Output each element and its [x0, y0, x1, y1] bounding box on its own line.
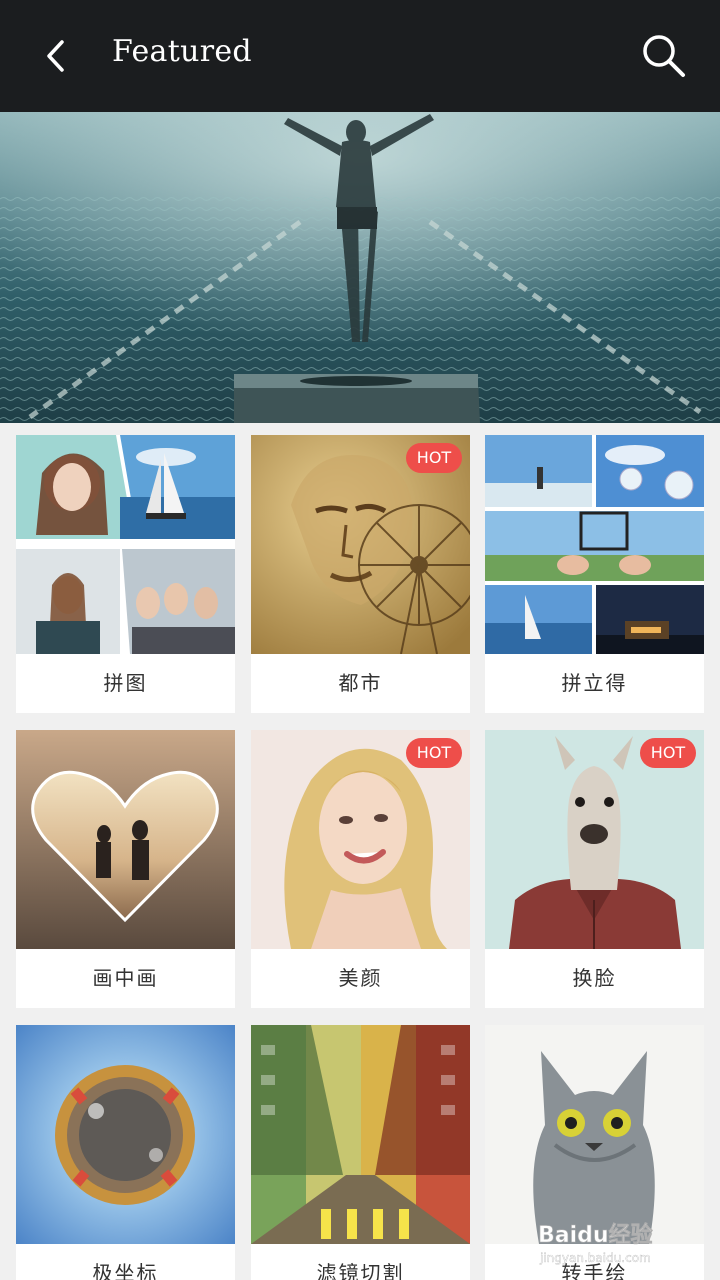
- top-bar: Featured: [0, 0, 720, 112]
- card-label: 滤镜切割: [316, 1261, 405, 1280]
- card-city[interactable]: HOT 都市: [251, 435, 470, 713]
- card-label: 极坐标: [92, 1261, 159, 1280]
- card-picture-in-picture[interactable]: 画中画: [16, 730, 235, 1008]
- chevron-left-icon[interactable]: [30, 30, 82, 82]
- hot-badge: HOT: [406, 443, 462, 473]
- page-title: Featured: [112, 34, 252, 69]
- beauty-thumbnail: HOT: [251, 730, 470, 949]
- card-polar-coordinates[interactable]: 极坐标: [16, 1025, 235, 1280]
- baidu-watermark: Baidu经验 jingyan.baidu.com: [534, 1212, 704, 1268]
- filter-slice-thumbnail: [251, 1025, 470, 1244]
- watermark-brand: Baidu经验: [538, 1222, 653, 1248]
- card-label: 美颜: [338, 966, 383, 990]
- feature-grid: 拼图 HOT 都市 拼立得 画中画 HOT 美颜 HOT 换脸 极坐标 滤镜切割…: [0, 423, 720, 1280]
- card-label: 拼立得: [561, 671, 628, 695]
- hot-badge: HOT: [640, 738, 696, 768]
- card-filter-slice[interactable]: 滤镜切割: [251, 1025, 470, 1280]
- card-polaroid[interactable]: 拼立得: [485, 435, 704, 713]
- face-swap-thumbnail: HOT: [485, 730, 704, 949]
- card-label: 都市: [338, 671, 383, 695]
- polaroid-thumbnail: [485, 435, 704, 654]
- card-face-swap[interactable]: HOT 换脸: [485, 730, 704, 1008]
- collage-thumbnail: [16, 435, 235, 654]
- banner-image: [0, 112, 720, 423]
- card-label: 换脸: [572, 966, 617, 990]
- hot-badge: HOT: [406, 738, 462, 768]
- watermark-url: jingyan.baidu.com: [539, 1251, 651, 1265]
- card-collage[interactable]: 拼图: [16, 435, 235, 713]
- search-icon[interactable]: [636, 28, 692, 84]
- card-label: 画中画: [92, 966, 159, 990]
- city-thumbnail: HOT: [251, 435, 470, 654]
- card-label: 拼图: [103, 671, 148, 695]
- featured-banner[interactable]: [0, 112, 720, 423]
- card-beauty[interactable]: HOT 美颜: [251, 730, 470, 1008]
- polar-coordinates-thumbnail: [16, 1025, 235, 1244]
- picture-in-picture-thumbnail: [16, 730, 235, 949]
